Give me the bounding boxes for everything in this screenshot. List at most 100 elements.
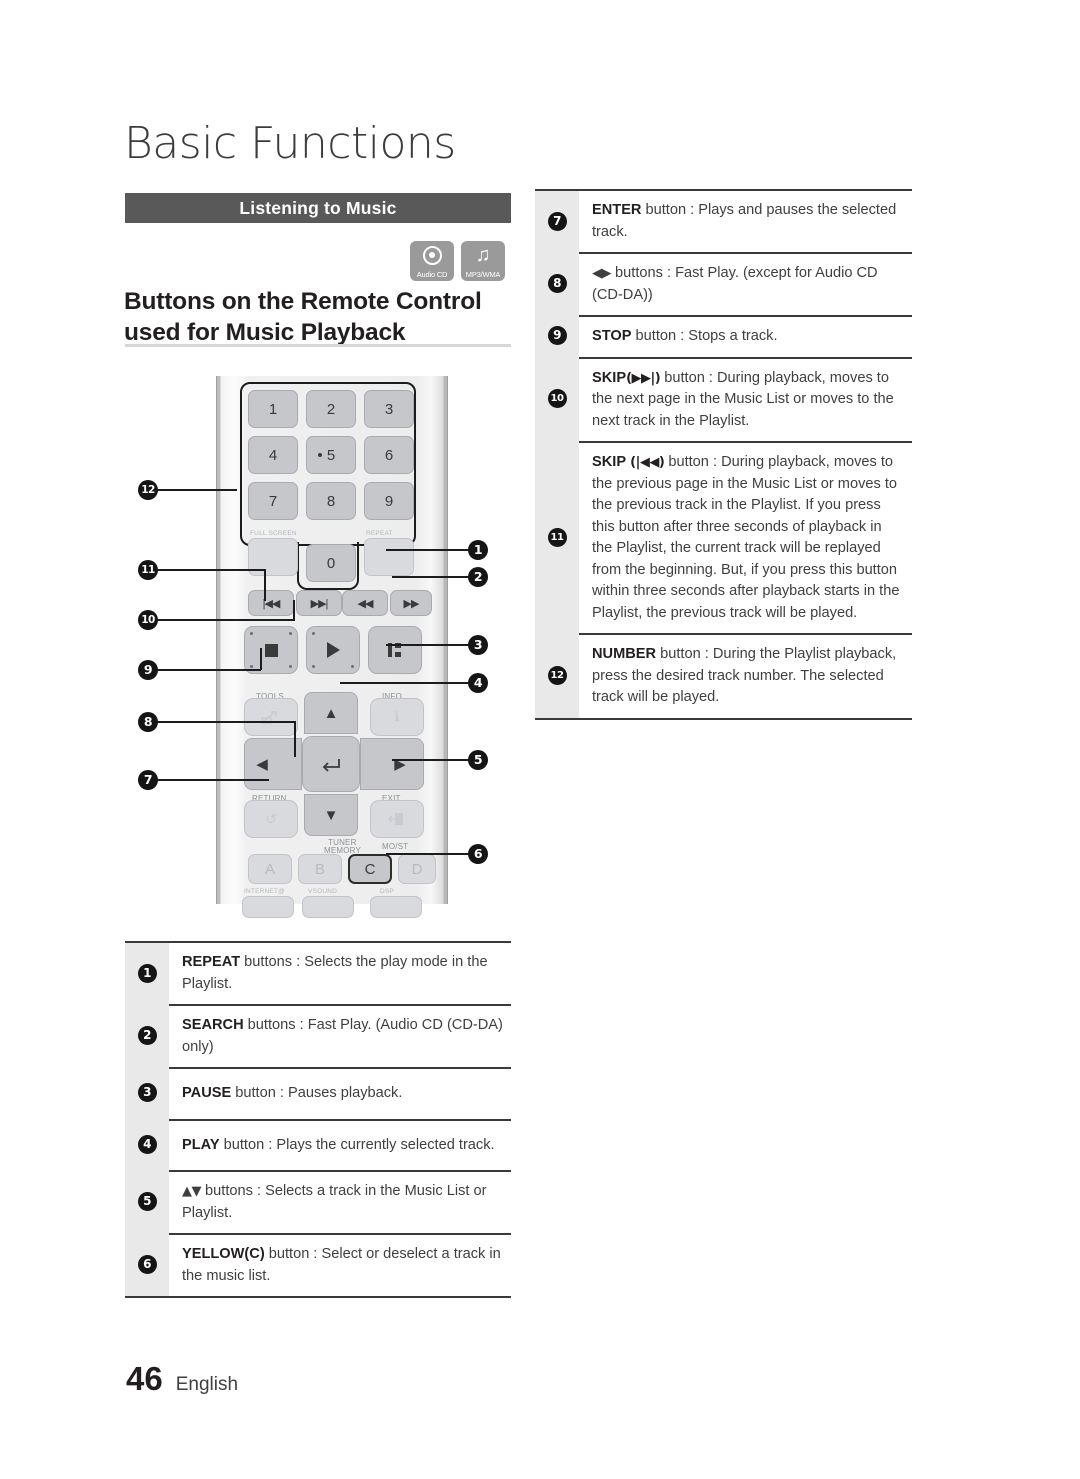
row-number-cell: 10 — [535, 356, 579, 441]
row-number-cell: 2 — [125, 1004, 169, 1067]
table-row: 8 ◀▶ buttons : Fast Play. (except for Au… — [535, 252, 912, 315]
remote-color-a-button[interactable]: A — [248, 854, 292, 884]
callout-10: 10 — [138, 610, 158, 630]
remote-key-9[interactable]: 9 — [364, 482, 414, 520]
remote-nav-up-button[interactable]: ▲ — [304, 692, 358, 734]
remote-pause-button[interactable] — [368, 626, 422, 674]
play-icon — [326, 642, 340, 658]
leader-line-8b — [294, 721, 296, 757]
remote-rewind-button[interactable]: ◀◀ — [342, 590, 388, 616]
remote-info-button[interactable]: ℹ — [370, 698, 424, 736]
row-text-cell: SKIP (|◀◀) button : During playback, mov… — [579, 441, 912, 633]
callout-12: 12 — [138, 480, 158, 500]
remote-key-1[interactable]: 1 — [248, 390, 298, 428]
row-bold-term: PAUSE — [182, 1085, 232, 1101]
section-bar-label: Listening to Music — [239, 198, 397, 218]
return-arrow-icon: ↺ — [265, 810, 277, 827]
row-number-badge: 3 — [137, 1083, 157, 1103]
remote-label-repeat: REPEAT — [366, 530, 393, 537]
row-number-badge: 7 — [547, 212, 567, 231]
remote-internet-button[interactable] — [242, 896, 294, 918]
media-badge-caption: MP3/WMA — [465, 270, 501, 279]
row-number-badge: 8 — [547, 274, 567, 293]
remote-key-7[interactable]: 7 — [248, 482, 298, 520]
row-number-cell: 9 — [535, 315, 579, 357]
remote-forward-button[interactable]: ▶▶ — [390, 590, 432, 616]
remote-color-b-button[interactable]: B — [298, 854, 342, 884]
row-text-cell: PAUSE button : Pauses playback. — [169, 1067, 511, 1119]
row-number-badge: 12 — [547, 665, 567, 685]
remote-key-3[interactable]: 3 — [364, 390, 414, 428]
row-text-cell: SEARCH buttons : Fast Play. (Audio CD (C… — [169, 1004, 511, 1067]
remote-play-button[interactable] — [306, 626, 360, 674]
table-row: 4 PLAY button : Plays the currently sele… — [125, 1118, 511, 1171]
table-row: 5 ▲▼ buttons : Selects a track in the Mu… — [125, 1170, 511, 1233]
left-right-arrows-icon: ◀▶ — [592, 266, 612, 281]
callout-2: 2 — [468, 567, 488, 587]
remote-key-6[interactable]: 6 — [364, 436, 414, 474]
row-text-cell: YELLOW(C) button : Select or deselect a … — [169, 1233, 511, 1296]
table-row: 12 NUMBER button : During the Playlist p… — [535, 633, 912, 718]
arrow-left-icon: ◀ — [256, 756, 268, 773]
remote-key-4[interactable]: 4 — [248, 436, 298, 474]
row-bold-term: YELLOW(C) — [182, 1246, 265, 1262]
leader-line-6 — [386, 853, 470, 855]
remote-nav-right-button[interactable]: ▶ — [360, 738, 424, 790]
row-bold-term: STOP — [592, 328, 632, 344]
leader-line-9 — [157, 669, 261, 671]
remote-color-d-button[interactable]: D — [398, 854, 436, 884]
remote-vsound-button[interactable] — [302, 896, 354, 918]
callout-1: 1 — [468, 540, 488, 560]
audio-cd-disc-icon — [410, 244, 454, 266]
table-row: 9 STOP button : Stops a track. — [535, 315, 912, 357]
exit-icon — [389, 813, 403, 825]
row-text-cell: NUMBER button : During the Playlist play… — [579, 633, 912, 718]
callout-7: 7 — [138, 770, 158, 790]
row-bold-term: SEARCH — [182, 1017, 244, 1033]
remote-stop-button[interactable] — [244, 626, 298, 674]
row-number-cell: 1 — [125, 943, 169, 1004]
row-text-cell: PLAY button : Plays the currently select… — [169, 1118, 511, 1171]
callout-3: 3 — [468, 635, 488, 655]
table-row: 11 SKIP (|◀◀) button : During playback, … — [535, 441, 912, 633]
row-number-badge: 4 — [137, 1134, 157, 1154]
callout-4: 4 — [468, 673, 488, 693]
remote-return-button[interactable]: ↺ — [244, 800, 298, 838]
leader-line-5 — [392, 759, 470, 761]
remote-skip-back-button[interactable]: |◀◀ — [248, 590, 294, 616]
remote-label-internet: INTERNET@ — [244, 888, 285, 895]
remote-key-0[interactable]: 0 — [306, 544, 356, 582]
row-number-badge: 10 — [547, 389, 567, 409]
row-text: button : Pauses playback. — [231, 1085, 403, 1101]
remote-key-5[interactable]: 5 — [306, 436, 356, 474]
remote-skip-forward-button[interactable]: ▶▶| — [296, 590, 342, 616]
remote-repeat-button[interactable] — [364, 538, 414, 576]
table-row: 6 YELLOW(C) button : Select or deselect … — [125, 1233, 511, 1296]
skip-back-icon: (|◀◀) — [630, 455, 665, 470]
remote-key-8[interactable]: 8 — [306, 482, 356, 520]
row-text: button : During playback, moves to the p… — [592, 454, 900, 621]
leader-line-12 — [157, 489, 237, 491]
media-badge-audio-cd: Audio CD — [410, 241, 454, 281]
row-number-cell: 7 — [535, 191, 579, 252]
page-number: 46 — [126, 1360, 163, 1397]
section-bar: Listening to Music — [125, 193, 511, 223]
row-text: button : Plays the currently selected tr… — [219, 1136, 495, 1153]
remote-color-c-button[interactable]: C — [348, 854, 392, 884]
callout-6: 6 — [468, 844, 488, 864]
leader-line-2 — [392, 576, 470, 578]
callout-5: 5 — [468, 750, 488, 770]
row-number-cell: 8 — [535, 252, 579, 315]
remote-tools-button[interactable] — [244, 698, 298, 736]
row-number-badge: 5 — [137, 1192, 157, 1211]
media-badges: Audio CD ♫ MP3/WMA — [410, 241, 505, 281]
remote-enter-button[interactable] — [302, 736, 360, 792]
remote-exit-button[interactable] — [370, 800, 424, 838]
remote-face: 1 2 3 4 5 6 7 8 9 FULL SCREEN 0 REPEAT |… — [230, 376, 436, 918]
row-number-cell: 3 — [125, 1067, 169, 1119]
stop-icon — [264, 643, 278, 657]
row-text-cell: REPEAT buttons : Selects the play mode i… — [169, 943, 511, 1004]
remote-nav-down-button[interactable]: ▼ — [304, 794, 358, 836]
remote-key-2[interactable]: 2 — [306, 390, 356, 428]
remote-dsp-button[interactable] — [370, 896, 422, 918]
